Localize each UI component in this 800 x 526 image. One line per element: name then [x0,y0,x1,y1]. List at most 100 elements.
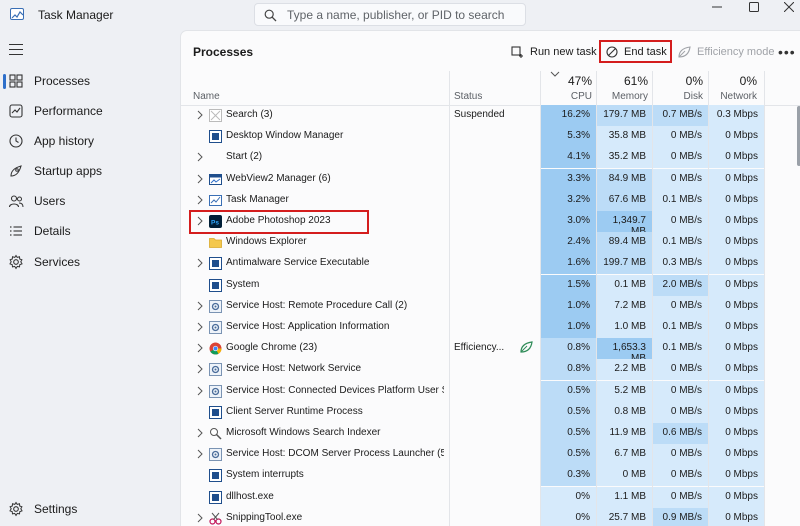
cpu-cell: 0.8% [541,359,596,381]
disk-cell: 0.7 MB/s [653,105,708,126]
column-header-disk[interactable]: Disk [653,91,703,102]
sidebar-item-services[interactable]: Services [0,249,176,275]
disk-cell: 0 MB/s [653,168,708,190]
column-header-memory[interactable]: Memory [597,91,648,102]
disk-cell: 0 MB/s [653,465,708,487]
sidebar-item-users[interactable]: Users [0,188,176,214]
sidebar-item-details[interactable]: Details [0,218,176,244]
process-name: Task Manager [226,193,289,205]
search-box[interactable] [254,3,526,26]
expand-chevron-icon[interactable] [196,258,204,268]
sidebar-item-settings[interactable]: Settings [0,496,176,522]
sidebar-item-performance[interactable]: Performance [0,98,176,124]
process-name: Google Chrome (23) [226,342,318,354]
cpu-cell: 1.0% [541,295,596,317]
cpu-cell: 0.5% [541,444,596,466]
expand-chevron-icon[interactable] [196,386,204,396]
column-header-status[interactable]: Status [454,91,482,102]
expand-chevron-icon[interactable] [196,322,204,332]
cpu-cell: 5.3% [541,126,596,148]
cpu-cell: 3.2% [541,189,596,211]
column-header-network[interactable]: Network [709,91,757,102]
sidebar-item-app-history[interactable]: App history [0,128,176,154]
sidebar-item-label: Services [34,255,81,269]
cpu-cell: 3.0% [541,211,596,232]
efficiency-mode-button[interactable]: Efficiency mode [678,42,774,62]
expand-chevron-icon[interactable] [196,513,204,523]
cpu-cell: 0.5% [541,380,596,402]
cpu-cell: 4.1% [541,147,596,169]
disk-cell: 0.1 MB/s [653,338,708,360]
run-task-icon [511,45,523,58]
memory-cell: 2.2 MB [597,359,652,381]
disk-cell: 0.1 MB/s [653,317,708,338]
details-icon [10,226,22,236]
cpu-cell: 1.0% [541,317,596,338]
cpu-total: 47% [567,74,592,88]
search-input[interactable] [287,7,519,22]
network-cell: 0 Mbps [709,317,764,338]
sidebar-item-label: Startup apps [34,164,103,178]
cpu-cell: 2.4% [541,232,596,254]
cpu-cell: 16.2% [541,105,596,126]
cpu-cell: 0.3% [541,465,596,487]
cpu-cell: 0.8% [541,338,596,360]
expand-chevron-icon[interactable] [196,195,204,205]
sidebar-item-startup-apps[interactable]: Startup apps [0,158,176,184]
disk-cell: 0.1 MB/s [653,232,708,254]
run-new-task-button[interactable]: Run new task [511,42,597,62]
expand-chevron-icon[interactable] [196,428,204,438]
disk-cell: 2.0 MB/s [653,274,708,296]
process-name: Search (3) [226,109,273,120]
column-header-name[interactable]: Name [193,91,220,102]
cpu-cell: 3.3% [541,168,596,190]
cpu-cell: 1.5% [541,274,596,296]
memory-cell: 6.7 MB [597,444,652,466]
startup-apps-icon [10,165,22,177]
expand-chevron-icon[interactable] [196,301,204,311]
process-name: Service Host: Network Service [226,363,362,375]
disk-cell: 0 MB/s [653,126,708,148]
network-cell: 0 Mbps [709,401,764,423]
sidebar-item-label: Settings [34,502,78,516]
process-name: Service Host: Application Information [226,321,390,332]
expand-chevron-icon[interactable] [196,343,204,353]
process-name: Client Server Runtime Process [226,405,363,417]
cpu-cell: 0.5% [541,401,596,423]
expand-chevron-icon[interactable] [196,152,204,162]
minimize-button[interactable] [698,0,736,14]
disk-cell: 0.6 MB/s [653,423,708,444]
users-icon [8,195,24,208]
expand-chevron-icon[interactable] [196,110,204,120]
column-divider [764,71,765,526]
process-name: Desktop Window Manager [226,130,344,142]
memory-cell: 11.9 MB [597,423,652,444]
disk-cell: 0.9 MB/s [653,507,708,526]
disk-cell: 0 MB/s [653,486,708,508]
maximize-button[interactable] [735,0,773,14]
expand-chevron-icon[interactable] [196,364,204,374]
task-manager-app-icon [10,8,24,20]
close-button[interactable] [770,0,800,14]
network-cell: 0 Mbps [709,338,764,360]
hamburger-menu-icon[interactable] [9,44,23,56]
process-status: Suspended [454,109,505,120]
column-divider [596,71,597,526]
network-cell: 0 Mbps [709,486,764,508]
cpu-cell: 0% [541,486,596,508]
close-icon [784,2,794,12]
end-task-button[interactable]: End task [599,40,672,63]
network-cell: 0 Mbps [709,423,764,444]
disk-total: 0% [685,74,703,88]
services-icon [9,254,23,270]
more-options-button[interactable]: ••• [778,42,796,62]
network-cell: 0 Mbps [709,232,764,254]
network-cell: 0 Mbps [709,507,764,526]
expand-chevron-icon[interactable] [196,216,204,226]
column-header-cpu[interactable]: CPU [541,91,592,102]
expand-chevron-icon[interactable] [196,449,204,459]
expand-chevron-icon[interactable] [196,174,204,184]
processes-icon [9,74,23,88]
process-name: Antimalware Service Executable [226,257,370,269]
sidebar-item-processes[interactable]: Processes [0,68,176,94]
